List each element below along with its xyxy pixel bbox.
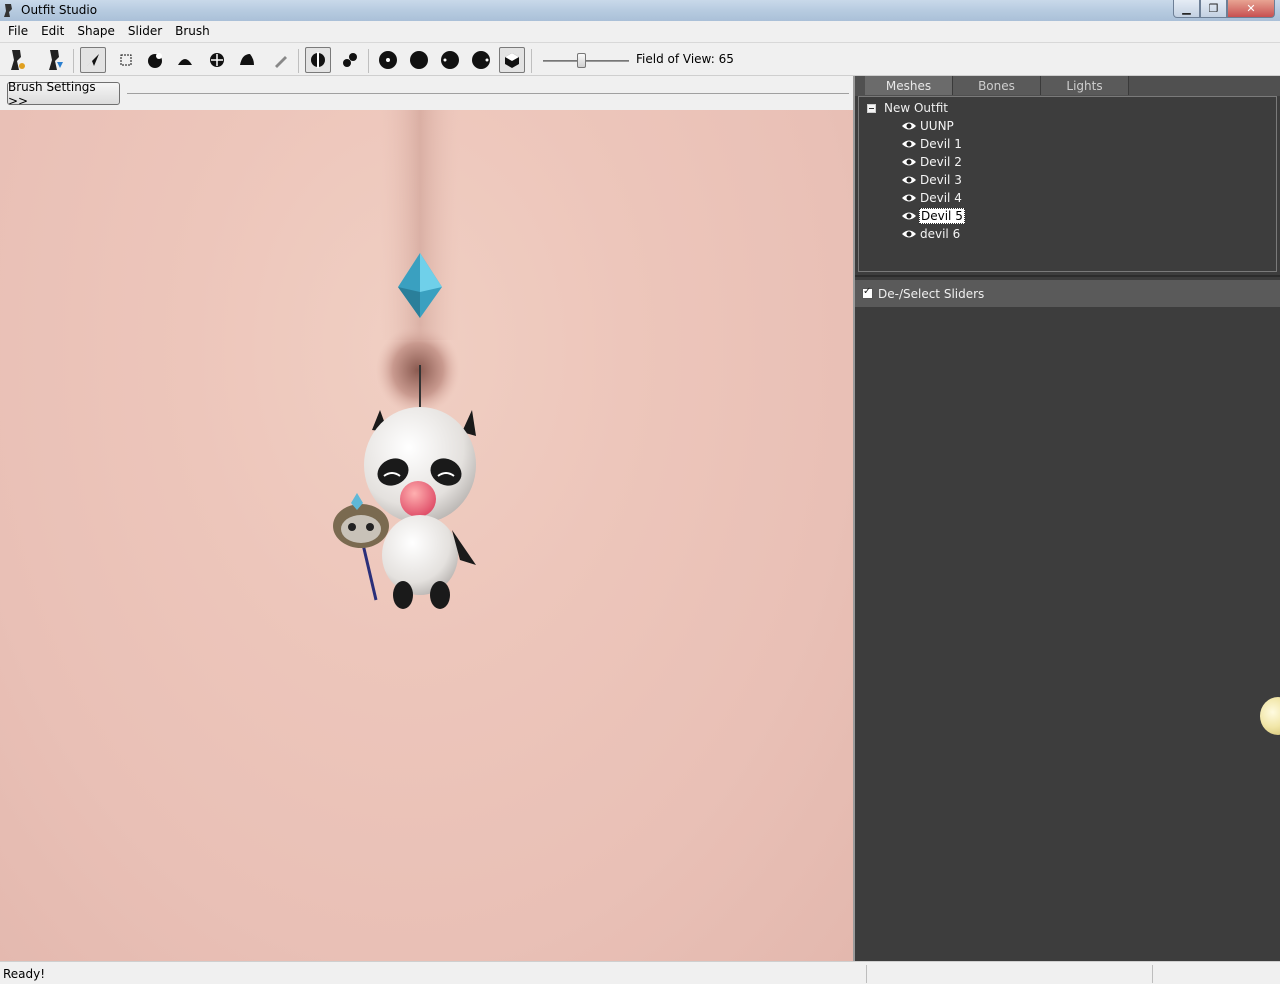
brush-size-xlarge-icon	[472, 51, 490, 69]
close-icon: ✕	[1246, 2, 1256, 15]
transform-tool-icon	[120, 54, 132, 66]
app-icon	[4, 4, 12, 17]
status-bar: Ready!	[0, 961, 1280, 984]
connected-only-button[interactable]	[337, 47, 363, 73]
minimize-button[interactable]: ▁	[1173, 0, 1200, 18]
deflate-brush-icon	[178, 59, 192, 65]
menu-brush[interactable]: Brush	[171, 24, 214, 38]
weight-brush-button[interactable]	[268, 47, 294, 73]
3d-viewport[interactable]	[0, 110, 853, 961]
mesh-item-label: Devil 5	[919, 208, 965, 224]
tab-lights[interactable]: Lights	[1041, 76, 1129, 95]
load-outfit-icon	[49, 50, 63, 70]
mesh-item-devil-2[interactable]: Devil 2	[901, 154, 963, 170]
visibility-eye-icon[interactable]	[901, 175, 917, 185]
minimize-icon: ▁	[1182, 2, 1191, 15]
title-bar: Outfit Studio ▁ ❐ ✕	[0, 0, 1280, 21]
mesh-item-label: devil 6	[920, 227, 961, 241]
restore-icon: ❐	[1208, 2, 1219, 15]
move-brush-button[interactable]	[204, 47, 230, 73]
right-panel: Meshes Bones Lights New Outfit UUNP Devi…	[855, 76, 1280, 961]
x-mirror-button[interactable]	[305, 47, 331, 73]
select-sliders-checkbox[interactable]	[862, 286, 873, 299]
divider	[127, 93, 849, 94]
menu-file[interactable]: File	[4, 24, 32, 38]
mesh-item-label: Devil 2	[920, 155, 962, 169]
mesh-item-label: UUNP	[920, 119, 954, 133]
select-tool-button[interactable]	[80, 47, 106, 73]
mesh-item-label: Devil 4	[920, 191, 962, 205]
inflate-brush-icon	[148, 53, 162, 68]
menu-slider[interactable]: Slider	[124, 24, 166, 38]
status-separator	[1152, 965, 1153, 983]
tree-root[interactable]: New Outfit	[867, 100, 948, 116]
brush-size-small-icon	[379, 51, 397, 69]
mesh-item-label: Devil 3	[920, 173, 962, 187]
weight-brush-icon	[275, 56, 287, 68]
deflate-brush-button[interactable]	[172, 47, 198, 73]
visibility-eye-icon[interactable]	[901, 193, 917, 203]
collapse-icon[interactable]	[867, 103, 876, 113]
moogle-charm	[333, 407, 476, 609]
menu-edit[interactable]: Edit	[37, 24, 68, 38]
global-brush-icon	[505, 53, 519, 68]
navel	[376, 325, 460, 415]
transform-tool-button[interactable]	[113, 47, 139, 73]
slider-track	[543, 60, 629, 62]
tree-root-label: New Outfit	[884, 101, 949, 115]
mesh-item-devil-4[interactable]: Devil 4	[901, 190, 963, 206]
brush-size-xlarge-button[interactable]	[468, 47, 494, 73]
brush-size-medium-icon	[410, 51, 428, 69]
window-title: Outfit Studio	[21, 3, 98, 17]
smooth-brush-button[interactable]	[234, 47, 260, 73]
toolbar: Field of View: 65	[0, 42, 1280, 76]
visibility-eye-icon[interactable]	[901, 211, 917, 221]
x-mirror-icon	[311, 52, 325, 68]
slider-panel-header: De-/Select Sliders	[855, 280, 1280, 307]
visibility-eye-icon[interactable]	[901, 229, 917, 239]
brush-size-medium-button[interactable]	[406, 47, 432, 73]
new-project-icon	[11, 50, 25, 70]
mesh-item-devil-6[interactable]: devil 6	[901, 226, 961, 242]
status-text: Ready!	[3, 967, 46, 981]
inflate-brush-button[interactable]	[142, 47, 168, 73]
mesh-item-devil-5[interactable]: Devil 5	[901, 208, 965, 224]
brush-size-small-button[interactable]	[375, 47, 401, 73]
brush-settings-button[interactable]: Brush Settings >>	[7, 80, 120, 108]
menu-shape[interactable]: Shape	[73, 24, 119, 38]
select-sliders-label: De-/Select Sliders	[878, 286, 985, 301]
visibility-eye-icon[interactable]	[901, 121, 917, 131]
move-brush-icon	[210, 53, 224, 67]
tab-bones[interactable]: Bones	[953, 76, 1041, 95]
mesh-item-devil-1[interactable]: Devil 1	[901, 136, 963, 152]
mesh-item-devil-3[interactable]: Devil 3	[901, 172, 963, 188]
panel-tabs: Meshes Bones Lights	[855, 76, 1280, 96]
new-project-button[interactable]	[4, 47, 30, 73]
brush-size-large-button[interactable]	[437, 47, 463, 73]
visibility-eye-icon[interactable]	[901, 139, 917, 149]
brush-size-large-icon	[441, 51, 459, 69]
load-outfit-button[interactable]	[42, 47, 68, 73]
mesh-item-label: Devil 1	[920, 137, 962, 151]
global-brush-button[interactable]	[499, 47, 525, 73]
smooth-brush-icon	[240, 54, 254, 65]
tab-meshes[interactable]: Meshes	[865, 76, 953, 95]
restore-button[interactable]: ❐	[1200, 0, 1227, 18]
close-button[interactable]: ✕	[1227, 0, 1275, 18]
connected-only-icon	[343, 53, 357, 67]
status-separator	[866, 965, 867, 983]
divider	[855, 275, 1280, 277]
menu-bar: File Edit Shape Slider Brush	[0, 21, 1280, 41]
field-of-view-slider[interactable]	[543, 53, 629, 68]
mesh-tree: New Outfit UUNP Devil 1 Devil 2 Devil 3 …	[858, 96, 1277, 272]
select-tool-icon	[87, 54, 99, 66]
field-of-view-label: Field of View: 65	[636, 52, 734, 66]
mesh-item-uunp[interactable]: UUNP	[901, 118, 955, 134]
brush-settings-row: Brush Settings >>	[0, 77, 853, 110]
visibility-eye-icon[interactable]	[901, 157, 917, 167]
slider-thumb[interactable]	[577, 53, 586, 68]
viewport-scene	[333, 110, 476, 609]
